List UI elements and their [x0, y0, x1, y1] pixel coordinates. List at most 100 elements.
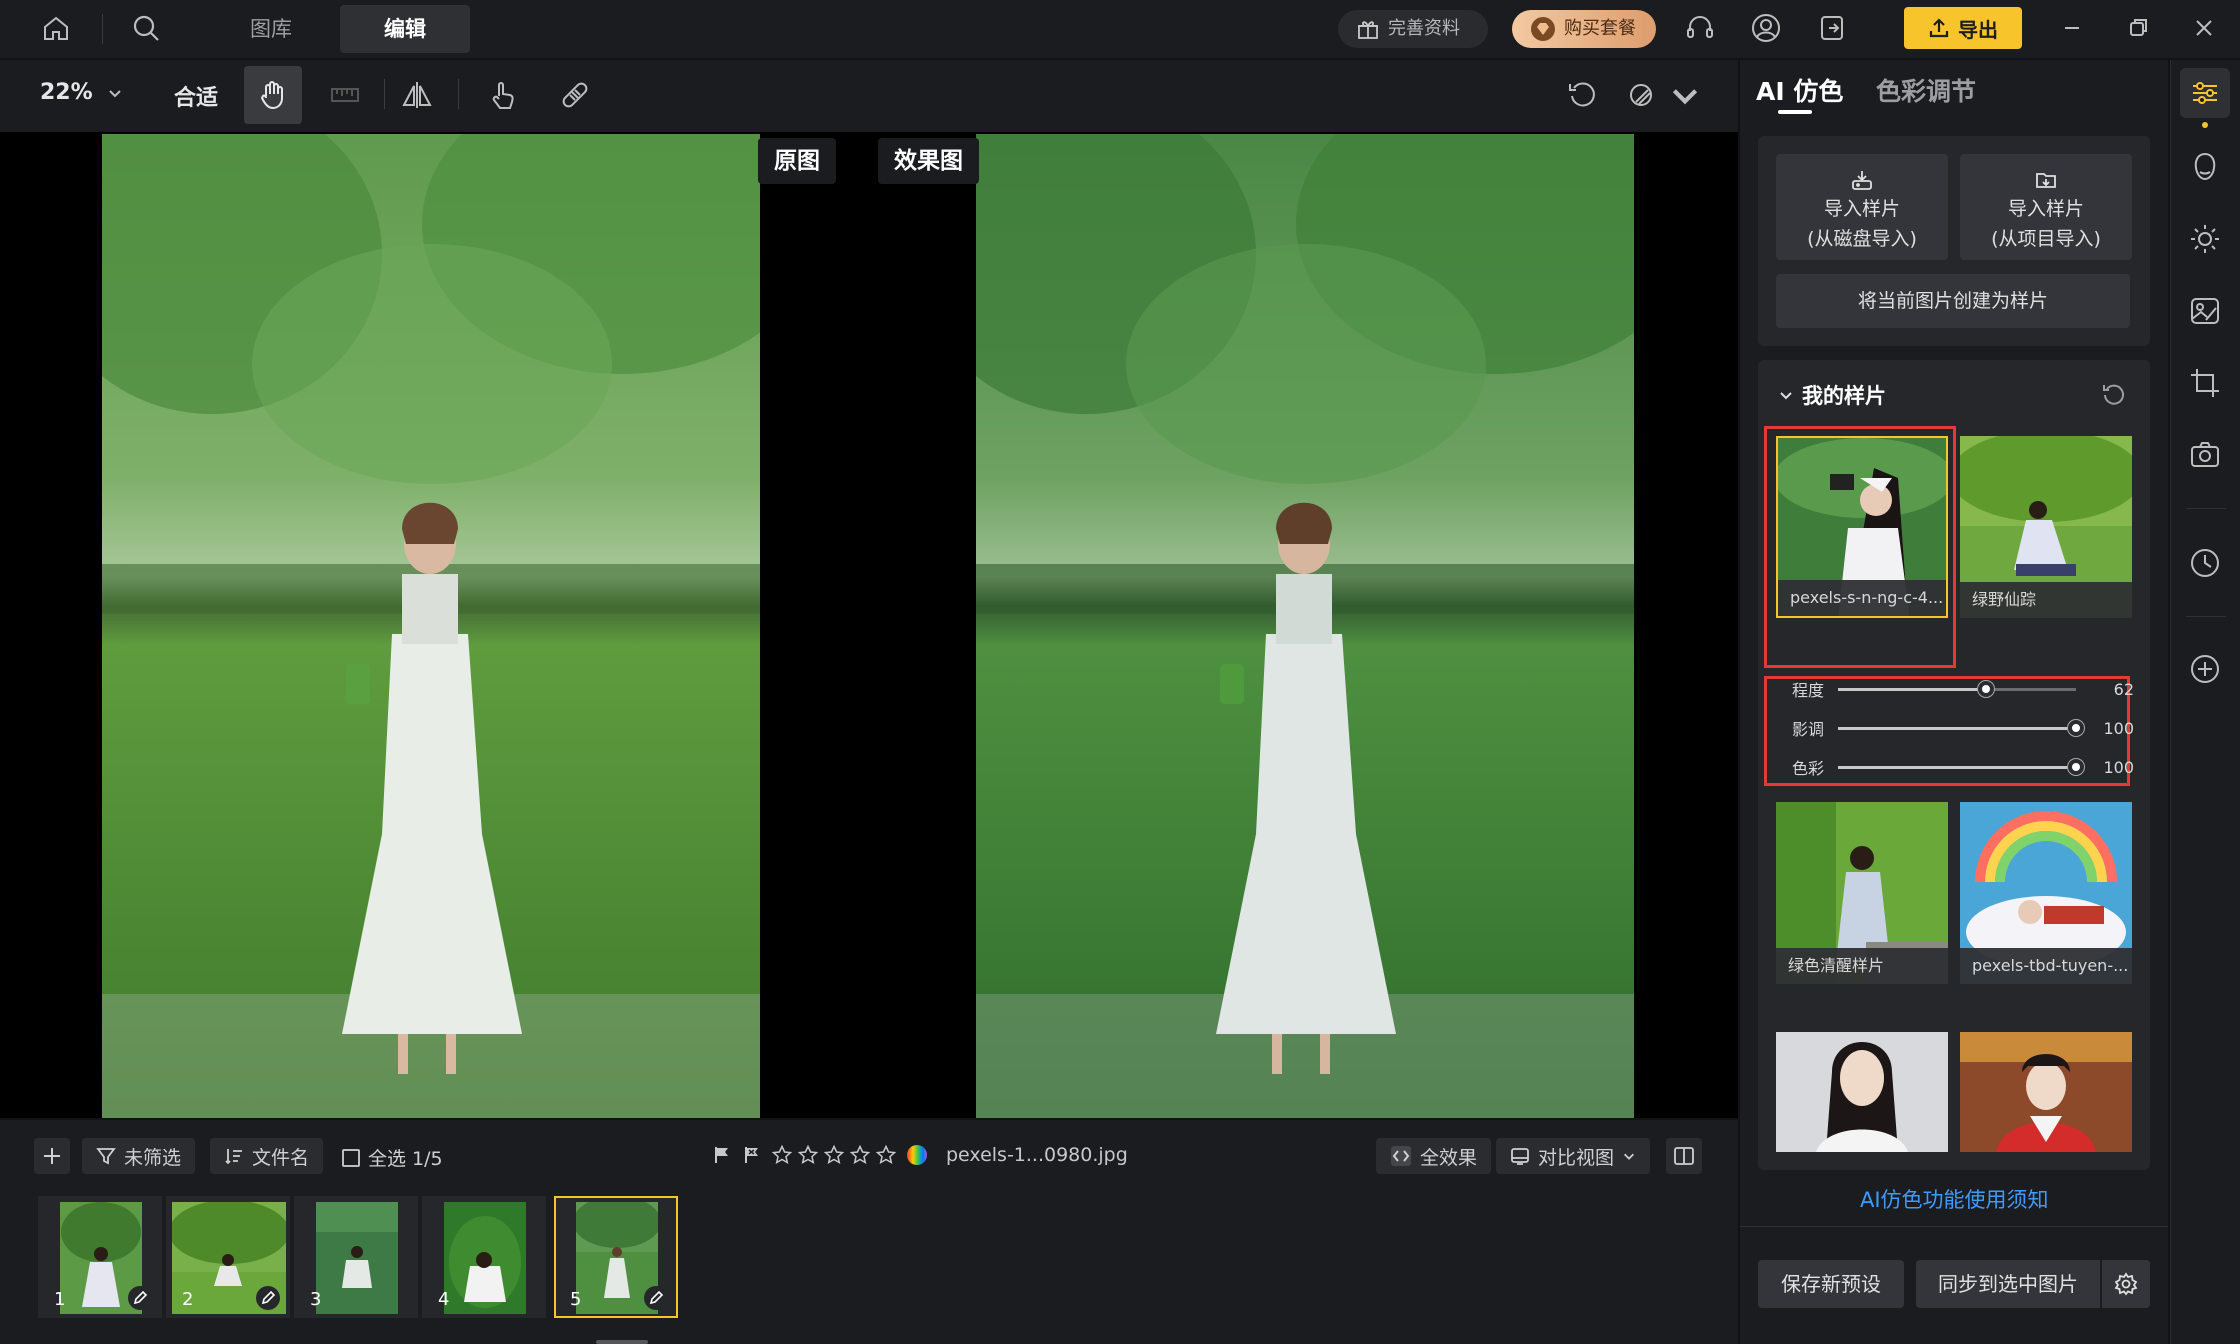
chevron-down-icon — [1668, 78, 1702, 112]
crop-icon[interactable] — [2180, 358, 2230, 408]
zoom-select[interactable]: 22% — [40, 80, 123, 105]
star-icon[interactable] — [850, 1145, 870, 1165]
reset-tool[interactable] — [1554, 66, 1612, 124]
slider-track[interactable] — [1838, 758, 2084, 775]
history-icon[interactable] — [2180, 538, 2230, 588]
sample-card-6[interactable] — [1960, 1032, 2132, 1152]
plus-icon — [41, 1145, 63, 1167]
star-icon[interactable] — [876, 1145, 896, 1165]
add-button[interactable] — [34, 1138, 70, 1174]
filter-button[interactable]: 未筛选 — [82, 1138, 196, 1174]
save-preset-button[interactable]: 保存新预设 — [1758, 1260, 1904, 1308]
filmstrip-scrollbar[interactable] — [596, 1340, 648, 1344]
select-all-label: 全选 1/5 — [368, 1148, 443, 1170]
touch-tool[interactable] — [474, 66, 532, 124]
split-view-button[interactable] — [1666, 1138, 1702, 1174]
original-photo[interactable] — [102, 134, 760, 1118]
thumbnail-3[interactable]: 3 — [294, 1196, 418, 1318]
slider-label: 程度 — [1792, 681, 1825, 700]
ruler-tool[interactable] — [316, 66, 374, 124]
tab-edit[interactable]: 编辑 — [340, 5, 470, 53]
thumbnail-1[interactable]: 1 — [38, 1196, 162, 1318]
home-icon[interactable] — [36, 8, 76, 48]
ai-notice-link[interactable]: AI仿色功能使用须知 — [1860, 1184, 2049, 1214]
export-label: 导出 — [1958, 17, 1998, 42]
bandage-icon — [558, 78, 592, 112]
headset-icon[interactable] — [1680, 8, 1720, 48]
search-icon[interactable] — [126, 8, 166, 48]
original-label: 原图 — [758, 138, 836, 184]
adjust-sliders-icon[interactable] — [2180, 68, 2230, 118]
sample-caption: 绿色清醒样片 — [1776, 948, 1948, 984]
slider-value: 62 — [2113, 679, 2134, 699]
face-retouch-icon[interactable] — [2180, 142, 2230, 192]
slider-track[interactable] — [1838, 719, 2084, 736]
effect-photo[interactable] — [976, 134, 1634, 1118]
tab-library[interactable]: 图库 — [206, 5, 336, 53]
split-view-icon — [1673, 1145, 1695, 1167]
sample-card-3[interactable]: 绿色清醒样片 — [1776, 802, 1948, 984]
overlap-circles-icon — [1626, 78, 1660, 112]
sort-button[interactable]: 文件名 — [210, 1138, 324, 1174]
thumbnail-4[interactable]: 4 — [422, 1196, 546, 1318]
user-icon[interactable] — [1746, 8, 1786, 48]
import-from-project-button[interactable]: 导入样片 (从项目导入) — [1960, 154, 2132, 260]
disk-import-icon — [1776, 168, 1948, 192]
star-icon[interactable] — [824, 1145, 844, 1165]
thumbnail-number: 4 — [438, 1289, 450, 1310]
star-icon[interactable] — [798, 1145, 818, 1165]
logout-icon[interactable] — [1812, 8, 1852, 48]
thumbnail-number: 2 — [182, 1289, 194, 1310]
fit-button[interactable]: 合适 — [174, 80, 218, 112]
camera-icon[interactable] — [2180, 430, 2230, 480]
slider-color[interactable]: 色彩 100 — [1792, 753, 2134, 781]
upload-icon — [1928, 17, 1950, 39]
slider-strength[interactable]: 程度 62 — [1792, 675, 2134, 703]
thumbnail-2[interactable]: 2 — [166, 1196, 290, 1318]
color-label-icon[interactable] — [906, 1144, 928, 1166]
slider-knob[interactable] — [2068, 719, 2084, 736]
compare-view-icon — [1510, 1146, 1530, 1166]
image-edit-icon[interactable] — [2180, 286, 2230, 336]
import-from-disk-button[interactable]: 导入样片 (从磁盘导入) — [1776, 154, 1948, 260]
create-sample-button[interactable]: 将当前图片创建为样片 — [1776, 274, 2130, 328]
hand-icon — [256, 78, 290, 112]
brightness-icon[interactable] — [2180, 214, 2230, 264]
sync-settings-button[interactable] — [2102, 1260, 2150, 1308]
my-samples-header[interactable]: 我的样片 — [1778, 380, 1886, 410]
slider-knob[interactable] — [2068, 758, 2084, 775]
complete-profile-button[interactable]: 完善资料 — [1338, 10, 1488, 48]
eraser-tool[interactable] — [546, 66, 604, 124]
ruler-icon — [328, 78, 362, 112]
slider-knob[interactable] — [1977, 680, 1994, 697]
select-all-checkbox[interactable]: 全选 1/5 — [342, 1144, 443, 1171]
refresh-icon[interactable] — [2100, 380, 2128, 408]
slider-track[interactable] — [1838, 680, 2076, 697]
restore-icon[interactable] — [2118, 8, 2158, 48]
reject-flag-icon[interactable] — [742, 1145, 762, 1165]
thumbnail-5[interactable]: 5 — [554, 1196, 678, 1318]
sample-card-4[interactable]: pexels-tbd-tuyen-... — [1960, 802, 2132, 984]
star-icon[interactable] — [772, 1145, 792, 1165]
add-circle-icon[interactable] — [2180, 644, 2230, 694]
chevron-down-icon — [107, 85, 123, 101]
flip-tool[interactable] — [388, 66, 446, 124]
tab-ai-color[interactable]: AI 仿色 — [1756, 72, 1843, 108]
sync-to-selected-button[interactable]: 同步到选中图片 — [1916, 1260, 2100, 1308]
sample-card-2[interactable]: 绿野仙踪 — [1960, 436, 2132, 618]
edited-pen-icon — [128, 1286, 152, 1310]
all-effects-button[interactable]: 全效果 — [1376, 1138, 1492, 1174]
overlay-menu[interactable] — [1624, 66, 1704, 124]
export-button[interactable]: 导出 — [1904, 7, 2022, 49]
close-icon[interactable] — [2184, 8, 2224, 48]
minimize-icon[interactable] — [2052, 8, 2092, 48]
sample-card-5[interactable] — [1776, 1032, 1948, 1152]
buy-plan-button[interactable]: 购买套餐 — [1512, 10, 1656, 48]
slider-tone[interactable]: 影调 100 — [1792, 714, 2134, 742]
compare-view-select[interactable]: 对比视图 — [1496, 1138, 1651, 1174]
hand-tool[interactable] — [244, 66, 302, 124]
star-rating[interactable] — [772, 1145, 896, 1165]
flag-icon[interactable] — [712, 1145, 732, 1165]
tab-color-adjust[interactable]: 色彩调节 — [1876, 72, 1976, 108]
sample-card-1[interactable]: pexels-s-n-ng-c-4... — [1776, 436, 1948, 618]
